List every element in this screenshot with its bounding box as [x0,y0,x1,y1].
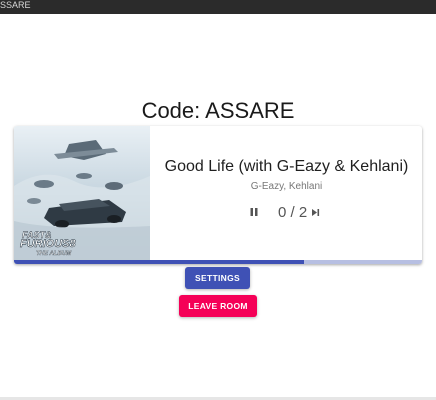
room-code-heading: Code: ASSARE [141,98,295,123]
song-artist: G-Eazy, Kehlani [250,181,323,192]
playback-controls: 0 / 2 [248,203,320,221]
skip-button[interactable] [310,206,320,218]
album-title-line2: FURIOUS8 [20,238,77,250]
pause-button[interactable] [248,206,260,218]
song-progress-fill [14,260,304,264]
skip-next-icon [311,208,319,216]
window-title-bar: SSARE [0,0,436,14]
window-title: SSARE [0,0,31,10]
skip-votes-count: 0 / 2 [278,203,308,221]
song-progress-bar [14,260,422,264]
settings-button[interactable]: SETTINGS [185,267,250,289]
music-player-card: FAST& FURIOUS8 THE ALBUM Good Life (with… [14,126,422,264]
album-cover: FAST& FURIOUS8 THE ALBUM [14,126,150,260]
pause-icon [250,208,258,216]
album-title-line3: THE ALBUM [36,251,72,257]
song-title: Good Life (with G-Eazy & Kehlani) [164,158,409,175]
leave-room-button[interactable]: LEAVE ROOM [179,295,257,317]
